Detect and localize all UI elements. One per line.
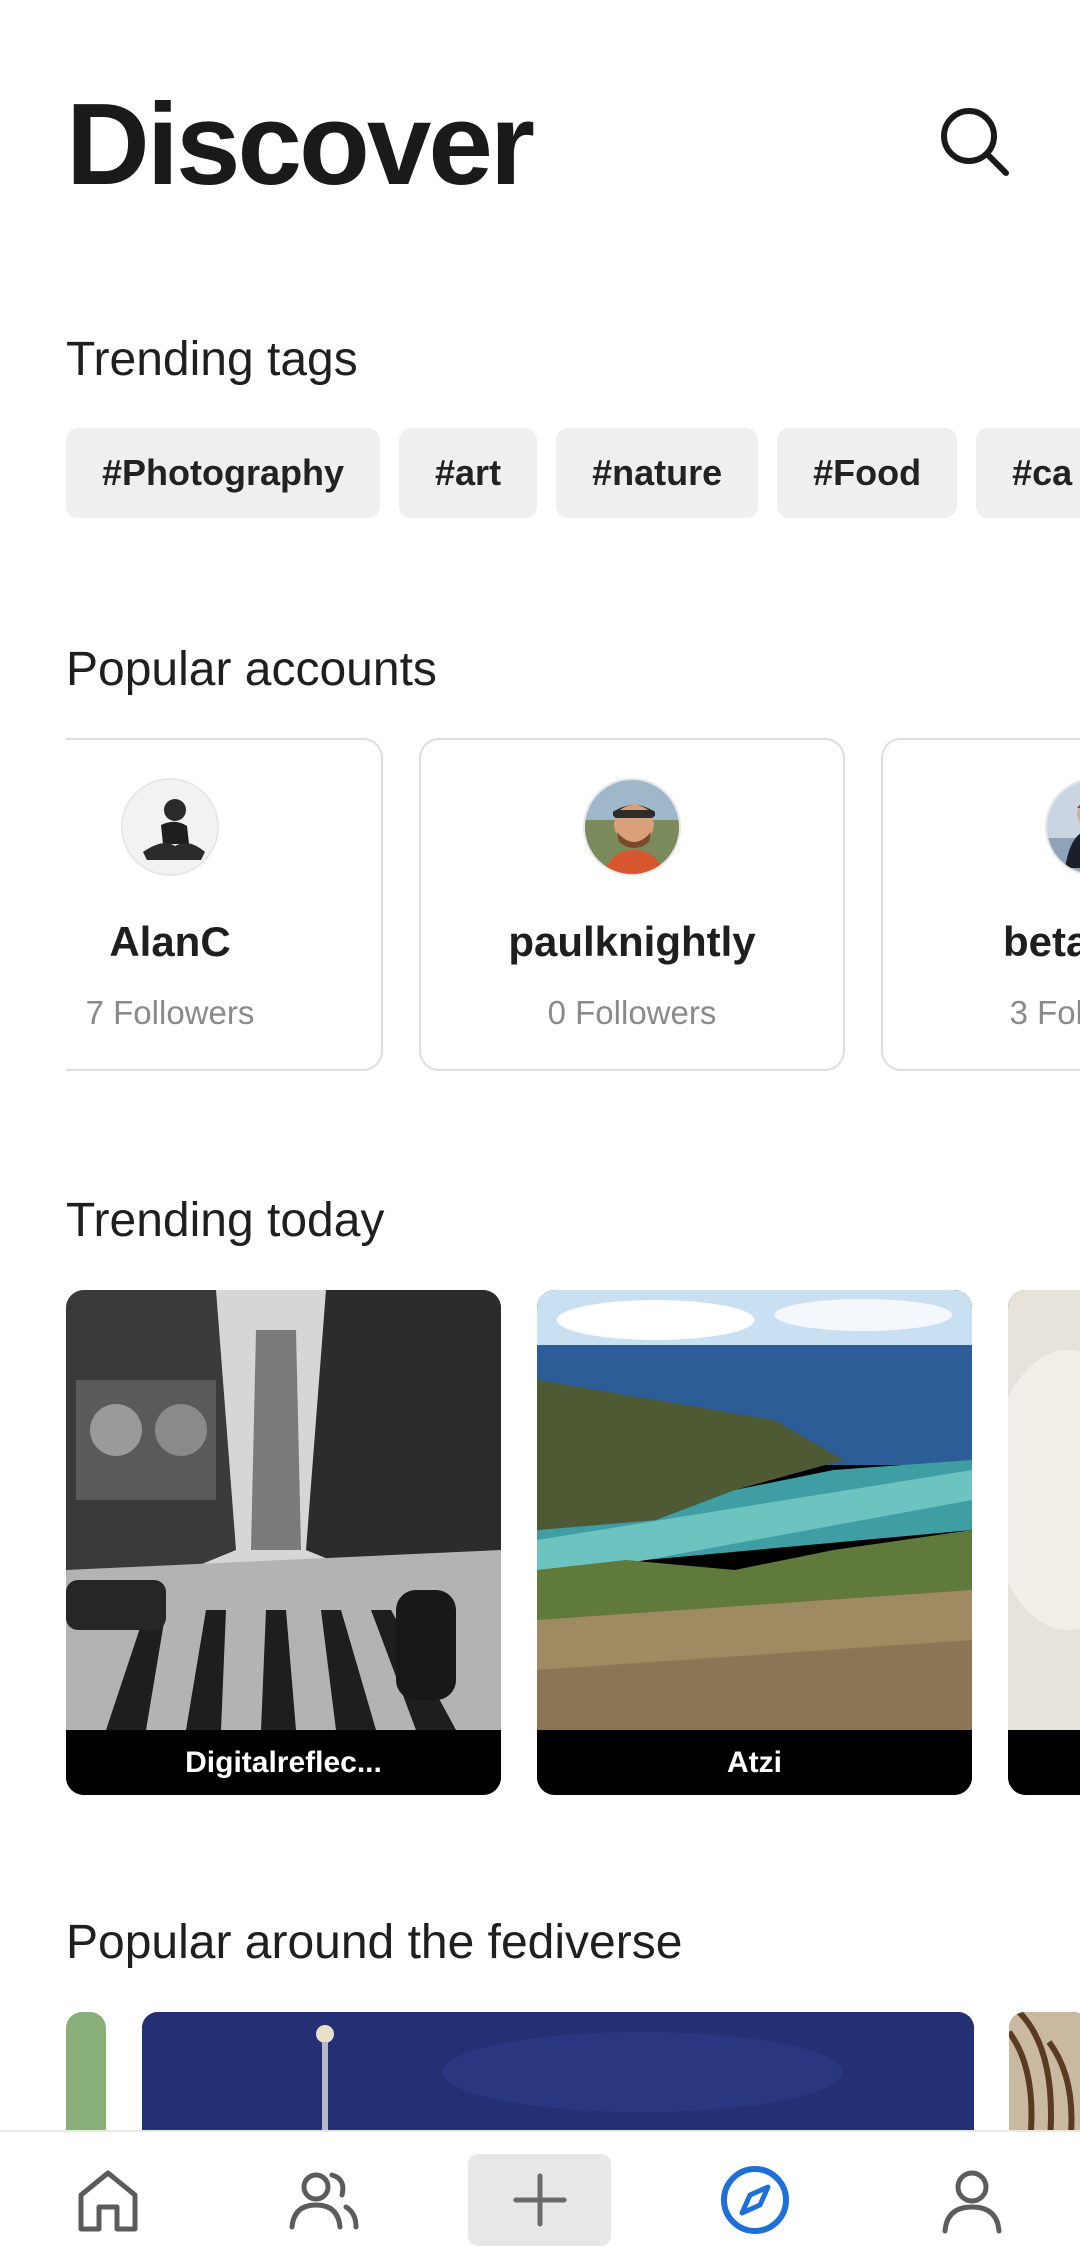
trending-tags-list[interactable]: #Photography #art #nature #Food #ca (0, 428, 1080, 520)
post-image (537, 1290, 972, 1730)
tag-chip[interactable]: #Photography (66, 428, 381, 518)
section-title-trending-today: Trending today (66, 1194, 385, 1247)
account-name: paulknightly (508, 918, 756, 965)
popular-accounts-list[interactable]: AlanC 7 Followers paulknightly 0 Followe… (66, 738, 1080, 1072)
avatar (583, 778, 681, 876)
tag-chip[interactable]: #Food (777, 428, 958, 518)
trending-post[interactable]: Atzi (537, 1290, 972, 1795)
section-title-trending-tags: Trending tags (66, 333, 358, 386)
account-followers: 0 Followers (547, 994, 717, 1031)
fediverse-post[interactable] (1009, 2012, 1080, 2132)
fediverse-post[interactable] (66, 2012, 106, 2132)
tag-chip[interactable]: #art (399, 428, 538, 518)
section-title-popular-accounts: Popular accounts (66, 643, 437, 696)
nav-compose[interactable] (468, 2154, 611, 2246)
post-caption: Atzi (537, 1730, 972, 1795)
avatar (121, 778, 219, 876)
tag-chip[interactable]: #ca (976, 428, 1080, 518)
post-caption (1008, 1730, 1080, 1795)
people-icon (289, 2172, 359, 2230)
nav-discover[interactable] (700, 2154, 810, 2246)
trending-post[interactable] (1008, 1290, 1080, 1795)
account-card[interactable]: AlanC 7 Followers (66, 738, 383, 1071)
trending-today-list[interactable]: Digitalreflec... Atzi (66, 1290, 1080, 1796)
search-icon (941, 108, 1009, 176)
account-name: betapixel (1002, 918, 1080, 965)
avatar (1045, 778, 1080, 876)
nav-people[interactable] (268, 2154, 378, 2246)
nav-home[interactable] (53, 2154, 163, 2246)
header: Discover (0, 0, 1080, 300)
account-followers: 7 Followers (85, 994, 255, 1031)
nav-profile[interactable] (917, 2154, 1027, 2246)
plus-icon (513, 2173, 566, 2227)
compass-icon (721, 2166, 789, 2234)
page-title: Discover (66, 79, 535, 209)
account-name: AlanC (109, 918, 231, 965)
account-followers: 3 Followers (1009, 994, 1080, 1031)
tag-chip[interactable]: #nature (556, 428, 759, 518)
profile-icon (942, 2170, 1002, 2234)
bottom-nav (0, 2130, 1080, 2267)
post-image (142, 2012, 974, 2132)
account-card[interactable]: paulknightly 0 Followers (419, 738, 845, 1071)
section-title-popular-fediverse: Popular around the fediverse (66, 1916, 683, 1969)
trending-post[interactable]: Digitalreflec... (66, 1290, 501, 1795)
post-caption: Digitalreflec... (66, 1730, 501, 1795)
home-icon (78, 2170, 138, 2232)
fediverse-list[interactable] (0, 2012, 1080, 2132)
account-card[interactable]: betapixel 3 Followers (881, 738, 1080, 1071)
fediverse-post[interactable] (142, 2012, 974, 2132)
search-button[interactable] (928, 95, 1020, 187)
post-image (1009, 2012, 1080, 2132)
post-image (1008, 1290, 1080, 1730)
post-image (66, 1290, 501, 1730)
